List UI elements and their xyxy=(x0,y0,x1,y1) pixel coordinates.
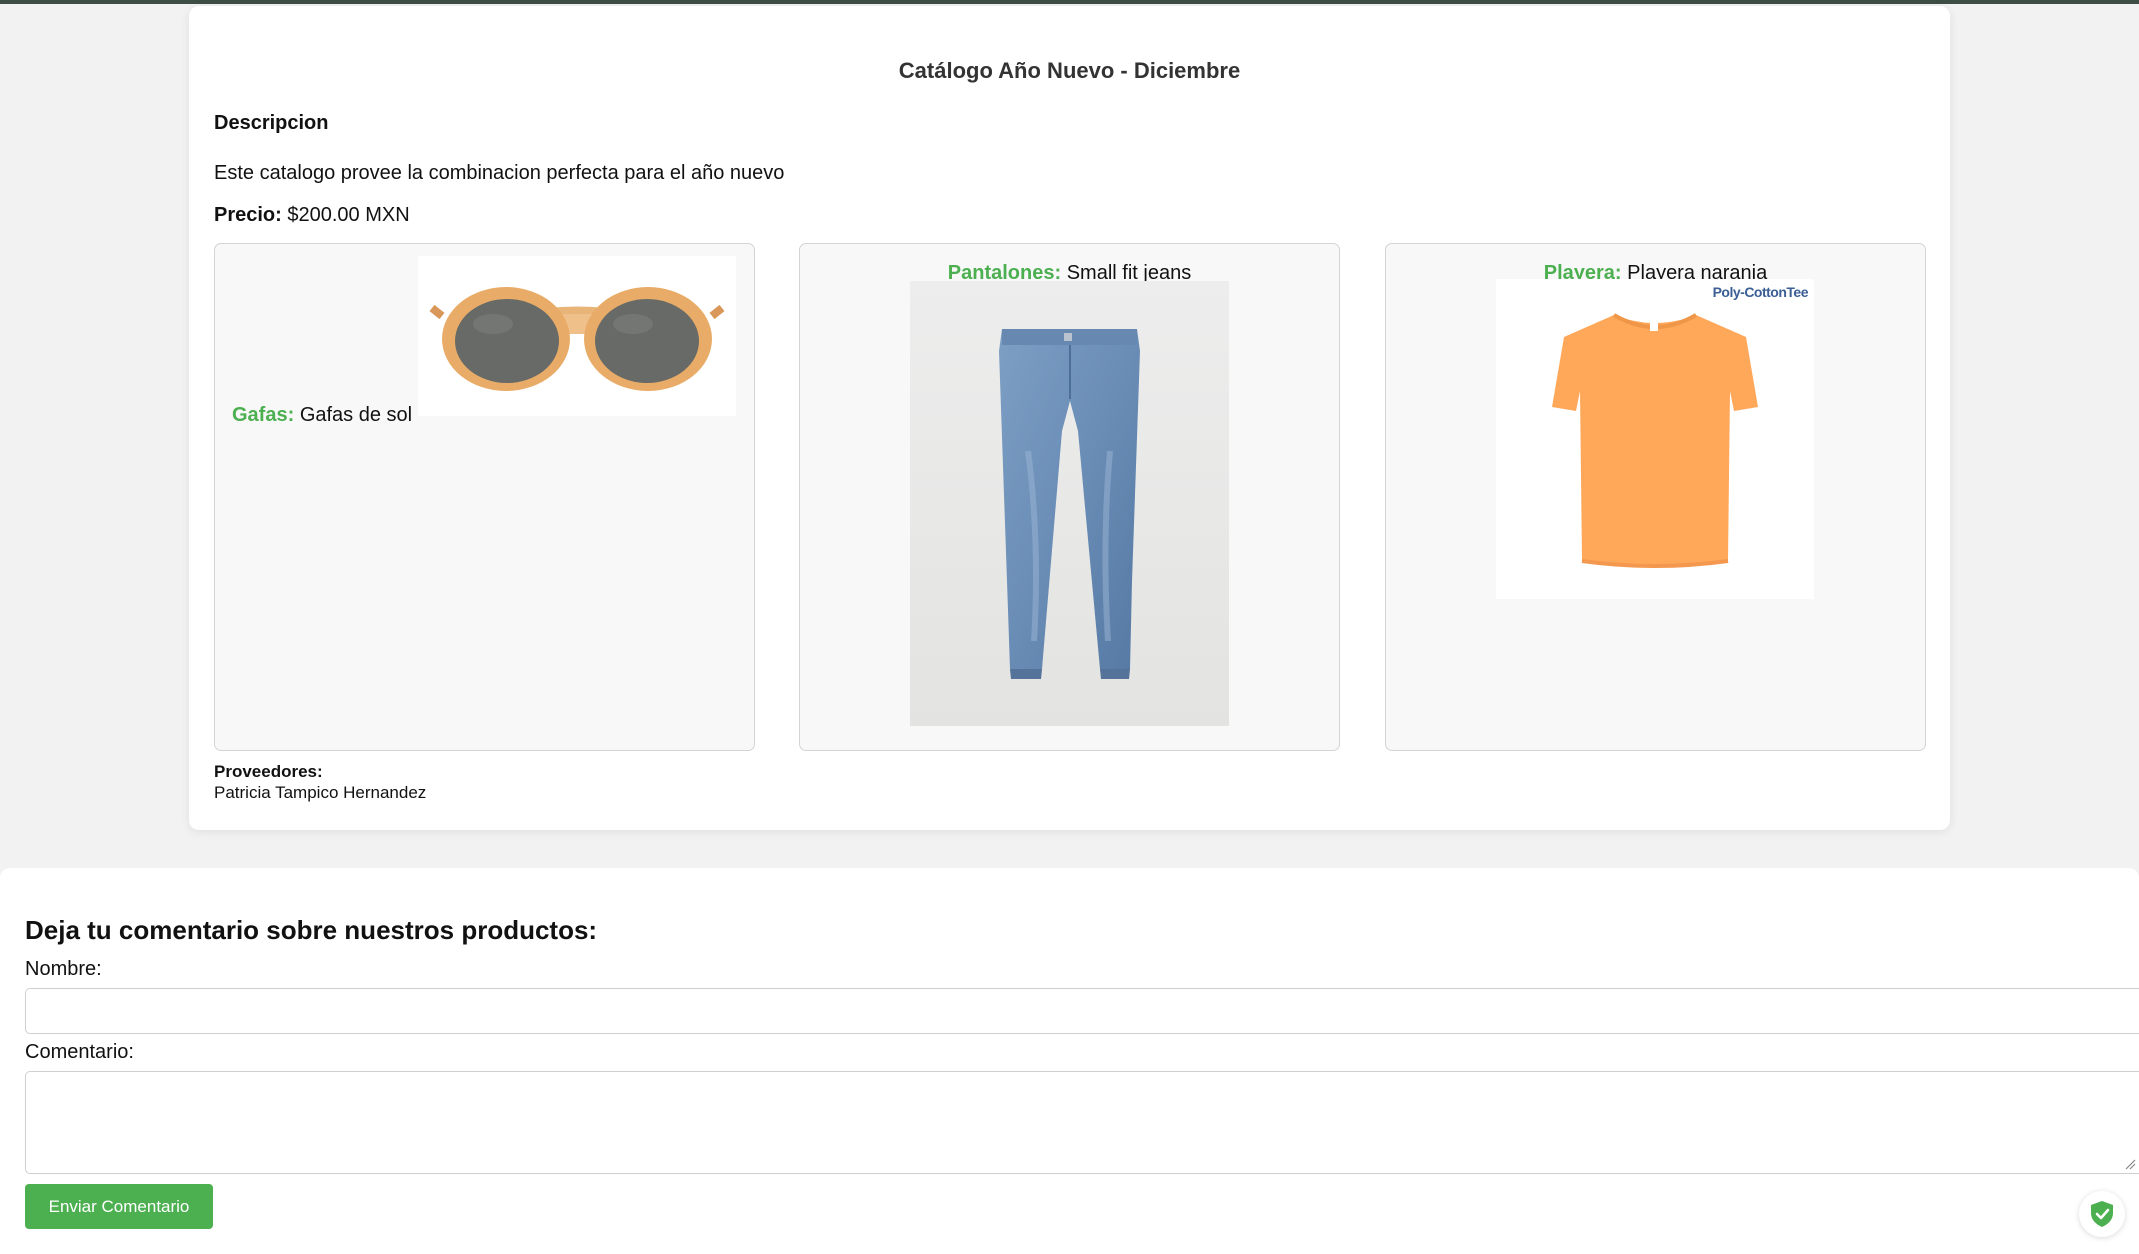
product-category: Gafas: xyxy=(232,404,295,426)
price: Precio: $200.00 MXN xyxy=(214,204,410,227)
orange-tshirt-image: Poly-CottonTee xyxy=(1496,279,1814,599)
top-border xyxy=(0,0,2139,4)
product-card-gafas: Gafas: Gafas de sol xyxy=(214,243,755,751)
product-name: Gafas de sol xyxy=(299,404,413,426)
price-label: Precio: xyxy=(214,204,282,226)
vendors-label: Proveedores: xyxy=(214,762,323,781)
shield-check-icon xyxy=(2091,1201,2113,1227)
product-card-playera: Playera: Playera naranja Poly-CottonTee xyxy=(1385,243,1926,751)
jeans-image xyxy=(910,281,1229,726)
catalog-card: Catálogo Año Nuevo - Diciembre Descripci… xyxy=(189,6,1950,830)
vendor-name: Patricia Tampico Hernandez xyxy=(214,783,427,802)
product-caption: Gafas: Gafas de sol xyxy=(232,404,412,427)
comment-label: Comentario: xyxy=(25,1041,134,1063)
name-input[interactable] xyxy=(25,988,2139,1034)
image-brand-text: Poly-CottonTee xyxy=(1712,284,1809,300)
sunglasses-image xyxy=(418,256,736,416)
catalog-title: Catálogo Año Nuevo - Diciembre xyxy=(898,58,1241,83)
description-heading: Descripcion xyxy=(214,112,329,134)
comment-section: Deja tu comentario sobre nuestros produc… xyxy=(0,868,2139,1254)
product-card-pantalones: Pantalones: Small fit jeans xyxy=(799,243,1340,751)
comment-textarea[interactable] xyxy=(25,1071,2139,1174)
resize-handle-icon[interactable] xyxy=(2124,1158,2136,1170)
submit-comment-button[interactable]: Enviar Comentario xyxy=(25,1184,213,1229)
description-text: Este catalogo provee la combinacion perf… xyxy=(214,162,785,184)
name-label: Nombre: xyxy=(25,958,102,980)
comment-heading: Deja tu comentario sobre nuestros produc… xyxy=(25,915,598,945)
price-value: $200.00 MXN xyxy=(287,204,410,226)
security-badge[interactable] xyxy=(2079,1191,2125,1237)
